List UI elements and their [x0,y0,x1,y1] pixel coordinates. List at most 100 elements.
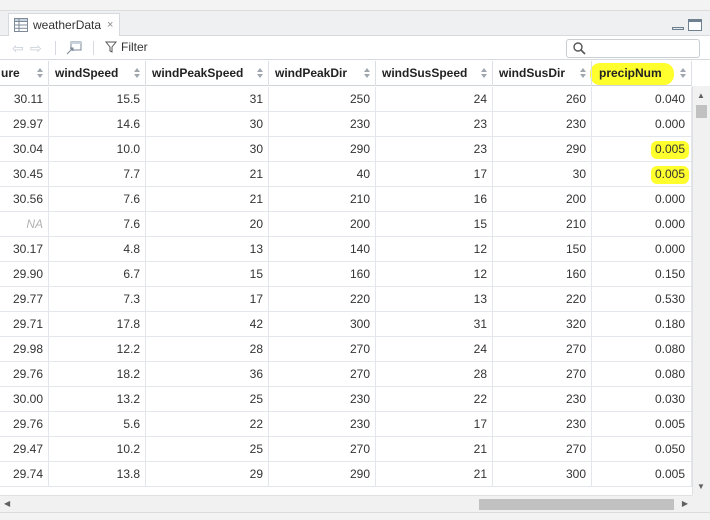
search-input[interactable] [566,39,700,58]
table-cell-windSusSpeed: 21 [376,437,493,462]
column-header-windPeakDir[interactable]: windPeakDir [269,61,376,86]
table-row: 29.90 6.7 15 160 12 160 0.150 [0,262,692,287]
column-header-windPeakSpeed[interactable]: windPeakSpeed [146,61,269,86]
column-header-ure[interactable]: ure [0,61,49,86]
table-row: 29.47 10.2 25 270 21 270 0.050 [0,437,692,462]
table-cell-windSpeed: 17.8 [49,312,146,337]
table-cell-windSusDir: 150 [493,237,592,262]
table-cell-precipNum: 0.040 [592,87,692,112]
table-cell-windSpeed: 7.6 [49,212,146,237]
table-cell-precipNum: 0.050 [592,437,692,462]
table-cell-ure: 30.11 [0,87,49,112]
table-cell-windSpeed: 14.6 [49,112,146,137]
column-header-label: precipNum [599,66,662,80]
table-cell-windSusDir: 200 [493,187,592,212]
table-cell-windPeakDir: 210 [269,187,376,212]
table-cell-precipNum: 0.000 [592,187,692,212]
column-header-windSusDir[interactable]: windSusDir [493,61,592,86]
table-cell-windSusSpeed: 17 [376,162,493,187]
table-cell-windSusSpeed: 24 [376,337,493,362]
scroll-up-icon[interactable]: ▲ [697,91,705,100]
table-cell-windSusSpeed: 16 [376,187,493,212]
table-row: 29.76 18.2 36 270 28 270 0.080 [0,362,692,387]
table-cell-windSusSpeed: 28 [376,362,493,387]
sort-icon[interactable] [680,68,686,78]
maximize-icon[interactable] [688,19,702,31]
table-cell-windPeakDir: 230 [269,412,376,437]
sort-icon[interactable] [481,68,487,78]
table-cell-windPeakSpeed: 30 [146,112,269,137]
table-cell-windSusSpeed: 31 [376,312,493,337]
table-cell-windPeakSpeed: 21 [146,187,269,212]
table-cell-windPeakDir: 290 [269,462,376,487]
column-header-windSpeed[interactable]: windSpeed [49,61,146,86]
table-cell-windPeakDir: 230 [269,387,376,412]
minimize-icon[interactable] [672,27,684,30]
scroll-down-icon[interactable]: ▼ [697,482,705,491]
table-row: 30.45 7.7 21 40 17 30 0.005 [0,162,692,187]
table-cell-windSpeed: 13.8 [49,462,146,487]
table-cell-precipNum: 0.005 [592,162,692,187]
table-row: 29.77 7.3 17 220 13 220 0.530 [0,287,692,312]
sort-icon[interactable] [134,68,140,78]
table-cell-ure: 29.90 [0,262,49,287]
vertical-scrollbar[interactable]: ▲ ▼ [692,86,710,495]
scroll-left-icon[interactable]: ◀ [4,499,10,508]
tab-weatherdata[interactable]: weatherData × [8,13,120,36]
table-cell-windSusDir: 210 [493,212,592,237]
scrollbar-corner [692,495,710,512]
filter-icon [105,41,117,53]
sort-icon[interactable] [580,68,586,78]
table-cell-windSusDir: 270 [493,362,592,387]
tab-bar: weatherData × [0,11,710,36]
table-cell-precipNum: 0.080 [592,337,692,362]
tab-label: weatherData [33,18,102,32]
table-cell-precipNum: 0.005 [592,137,692,162]
table-cell-windSpeed: 6.7 [49,262,146,287]
sort-icon[interactable] [37,68,43,78]
table-row: 29.98 12.2 28 270 24 270 0.080 [0,337,692,362]
table-cell-precipNum: 0.005 [592,412,692,437]
window-controls [672,19,702,31]
column-header-label: windPeakSpeed [152,66,244,80]
column-header-precipNum[interactable]: precipNum [592,61,692,86]
scroll-right-icon[interactable]: ▶ [682,499,688,508]
table-cell-windSusSpeed: 13 [376,287,493,312]
header-row: ure windSpeed windPeakSpeed windPeakDir wind… [0,61,692,86]
table-cell-windSusDir: 260 [493,87,592,112]
table-cell-ure: 29.77 [0,287,49,312]
popout-icon[interactable] [66,41,82,55]
sort-icon[interactable] [364,68,370,78]
table-cell-precipNum: 0.000 [592,112,692,137]
table-row: 30.56 7.6 21 210 16 200 0.000 [0,187,692,212]
horizontal-scroll-thumb[interactable] [479,499,674,510]
table-cell-windPeakDir: 270 [269,362,376,387]
table-cell-windSpeed: 10.0 [49,137,146,162]
table-cell-windSusDir: 160 [493,262,592,287]
table-row: 30.00 13.2 25 230 22 230 0.030 [0,387,692,412]
table-cell-windPeakSpeed: 15 [146,262,269,287]
column-header-windSusSpeed[interactable]: windSusSpeed [376,61,493,86]
table-row: 30.17 4.8 13 140 12 150 0.000 [0,237,692,262]
horizontal-scrollbar[interactable]: ◀ ▶ [0,495,692,512]
forward-arrow-icon[interactable]: ⇨ [30,40,42,57]
table-row: 30.11 15.5 31 250 24 260 0.040 [0,87,692,112]
table-cell-windPeakSpeed: 20 [146,212,269,237]
vertical-scroll-thumb[interactable] [696,105,707,118]
back-arrow-icon[interactable]: ⇦ [12,40,24,57]
table-cell-windSusSpeed: 12 [376,262,493,287]
filter-label: Filter [121,40,148,54]
toolbar-divider [93,41,94,55]
table-cell-windSusDir: 230 [493,112,592,137]
table-cell-windPeakDir: 300 [269,312,376,337]
table-row: NA 7.6 20 200 15 210 0.000 [0,212,692,237]
table-cell-windPeakSpeed: 25 [146,387,269,412]
table-cell-windPeakDir: 200 [269,212,376,237]
window-bottom-strip [0,512,710,520]
close-icon[interactable]: × [107,19,113,31]
sort-icon[interactable] [257,68,263,78]
filter-button[interactable]: Filter [105,40,148,54]
table-cell-windPeakSpeed: 31 [146,87,269,112]
table-cell-windSusDir: 270 [493,437,592,462]
table-cell-windPeakSpeed: 21 [146,162,269,187]
